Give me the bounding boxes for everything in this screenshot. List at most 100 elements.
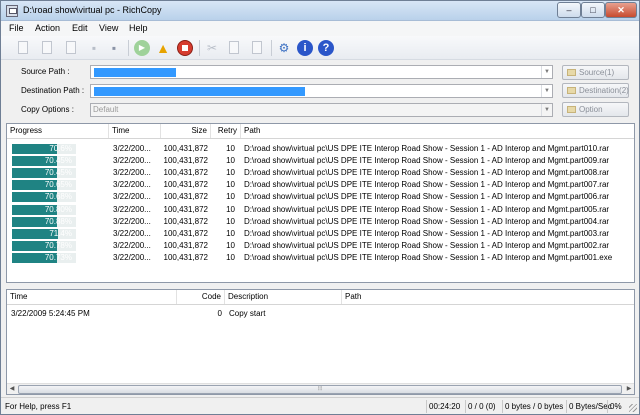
retry-cell: 10	[226, 252, 235, 262]
copy-options-label: Copy Options :	[21, 105, 74, 114]
menu-view[interactable]: View	[99, 23, 118, 33]
column-log-path[interactable]: Path	[342, 290, 634, 304]
time-cell: 3/22/200...	[113, 192, 151, 202]
stop-icon[interactable]	[177, 40, 193, 56]
folder-icon[interactable]	[63, 40, 79, 56]
chevron-down-icon[interactable]: ▼	[541, 66, 552, 78]
app-icon	[6, 5, 18, 17]
source-button[interactable]: Source(1)	[562, 65, 629, 80]
warning-icon[interactable]: ▲	[155, 40, 171, 56]
scroll-left-icon[interactable]: ◀	[7, 384, 17, 395]
save-icon[interactable]: ▪	[86, 40, 102, 56]
column-path[interactable]: Path	[241, 124, 634, 138]
menu-edit[interactable]: Edit	[72, 23, 88, 33]
new-icon[interactable]	[15, 40, 31, 56]
table-row[interactable]: 70.68% 3/22/200... 100,431,872 10 D:\road sh…	[7, 191, 634, 203]
size-cell: 100,431,872	[163, 240, 209, 250]
progress-bar: 70.73%	[12, 252, 76, 263]
toolbar-separator	[128, 40, 129, 56]
maximize-button[interactable]: □	[581, 2, 605, 18]
progress-bar: 70.6%	[12, 144, 76, 154]
path-cell: D:\road show\virtual pc\US DPE ITE Inter…	[244, 156, 610, 166]
progress-text: 70.45%	[44, 156, 72, 166]
progress-text: 71.4%	[49, 228, 72, 238]
minimize-button[interactable]: ‒	[557, 2, 581, 18]
size-cell: 100,431,872	[163, 156, 209, 166]
column-time[interactable]: Time	[109, 124, 161, 138]
log-code-cell: 0	[217, 309, 222, 318]
scroll-right-icon[interactable]: ▶	[624, 384, 634, 395]
status-help-text: For Help, press F1	[5, 402, 72, 411]
progress-text: 70.88%	[44, 216, 72, 226]
column-log-time[interactable]: Time	[7, 290, 177, 304]
retry-cell: 10	[226, 144, 235, 153]
folder-icon	[567, 69, 576, 76]
retry-cell: 10	[226, 168, 235, 178]
size-cell: 100,431,872	[163, 168, 209, 178]
path-cell: D:\road show\virtual pc\US DPE ITE Inter…	[244, 252, 613, 262]
path-cell: D:\road show\virtual pc\US DPE ITE Inter…	[244, 204, 610, 214]
source-path-field[interactable]: ▼	[90, 65, 553, 79]
table-row[interactable]: 70.6% 3/22/200... 100,431,872 10 D:\road sho…	[7, 143, 634, 155]
chevron-down-icon[interactable]: ▼	[541, 85, 552, 97]
horizontal-scrollbar[interactable]: ◀ ⦙⦙⦙ ▶	[7, 383, 634, 394]
table-row[interactable]: 70.65% 3/22/200... 100,431,872 10 D:\road sh…	[7, 179, 634, 191]
column-retry[interactable]: Retry	[211, 124, 241, 138]
log-table[interactable]: Time Code Description Path 3/22/2009 5:2…	[6, 289, 635, 395]
progress-bar: 70.80%	[12, 204, 76, 215]
copy-options-value: Default	[93, 105, 119, 114]
menu-file[interactable]: File	[9, 23, 24, 33]
config-icon[interactable]: ⚙	[276, 40, 292, 56]
log-path-cell	[346, 308, 631, 320]
option-button[interactable]: Option	[562, 102, 629, 117]
column-log-code[interactable]: Code	[177, 290, 225, 304]
chevron-down-icon[interactable]: ▼	[541, 104, 552, 116]
table-row[interactable]: 70.73% 3/22/200... 100,431,872 10 D:\road sh…	[7, 252, 634, 264]
scrollbar-thumb[interactable]: ⦙⦙⦙	[18, 385, 622, 394]
copy-icon[interactable]	[226, 40, 242, 56]
time-cell: 3/22/200...	[113, 144, 151, 153]
progress-text: 70.65%	[44, 180, 72, 190]
resize-grip-icon[interactable]	[629, 404, 637, 412]
menu-help[interactable]: Help	[129, 23, 148, 33]
progress-text: 70.45%	[44, 168, 72, 178]
progress-bar: 70.45%	[12, 168, 76, 179]
table-row[interactable]: 71.4% 3/22/200... 100,431,872 10 D:\road sho…	[7, 228, 634, 240]
table-row[interactable]: 70.88% 3/22/200... 100,431,872 10 D:\road sh…	[7, 216, 634, 228]
close-button[interactable]: ✕	[605, 2, 637, 18]
start-copy-icon[interactable]: ▶	[134, 40, 150, 56]
menu-action[interactable]: Action	[35, 23, 60, 33]
paste-icon[interactable]	[249, 40, 265, 56]
table-row[interactable]: 70.45% 3/22/200... 100,431,872 10 D:\road sh…	[7, 155, 634, 167]
destination-button[interactable]: Destination(2)	[562, 83, 629, 98]
copy-options-select[interactable]: Default ▼	[90, 103, 553, 117]
time-cell: 3/22/200...	[113, 180, 151, 190]
cut-icon[interactable]: ✂	[204, 40, 220, 56]
option-icon	[567, 106, 576, 113]
table-row[interactable]: 70.45% 3/22/200... 100,431,872 10 D:\road sh…	[7, 167, 634, 179]
table-row[interactable]: 70.78% 3/22/200... 100,431,872 10 D:\road sh…	[7, 240, 634, 252]
log-description-cell: Copy start	[229, 309, 266, 318]
column-log-description[interactable]: Description	[225, 290, 342, 304]
time-cell: 3/22/200...	[113, 168, 151, 178]
retry-cell: 10	[226, 204, 235, 214]
column-progress[interactable]: Progress	[7, 124, 109, 138]
help-icon[interactable]: ?	[318, 40, 334, 56]
size-cell: 100,431,872	[163, 180, 209, 190]
table-row[interactable]: 70.80% 3/22/200... 100,431,872 10 D:\road sh…	[7, 204, 634, 216]
path-panel: Source Path : ▼ Source(1) Destination Pa…	[1, 61, 639, 121]
progress-bar: 70.68%	[12, 192, 76, 203]
title-bar[interactable]: D:\road show\virtual pc - RichCopy ‒ □ ✕	[1, 1, 639, 21]
path-cell: D:\road show\virtual pc\US DPE ITE Inter…	[244, 192, 610, 202]
log-row[interactable]: 3/22/2009 5:24:45 PM 0 Copy start	[7, 308, 634, 320]
info-icon[interactable]: i	[297, 40, 313, 56]
toolbar: ▪ ▪ ▶ ▲ ✂ ⚙ i ?	[1, 36, 639, 60]
size-cell: 100,431,872	[163, 192, 209, 202]
save-as-icon[interactable]: ▪	[106, 40, 122, 56]
log-table-header: Time Code Description Path	[7, 290, 634, 305]
size-cell: 100,431,872	[163, 228, 209, 238]
progress-table[interactable]: Progress Time Size Retry Path 70.6% 3/22/…	[6, 123, 635, 283]
destination-path-field[interactable]: ▼	[90, 84, 553, 98]
column-size[interactable]: Size	[161, 124, 211, 138]
open-icon[interactable]	[39, 40, 55, 56]
